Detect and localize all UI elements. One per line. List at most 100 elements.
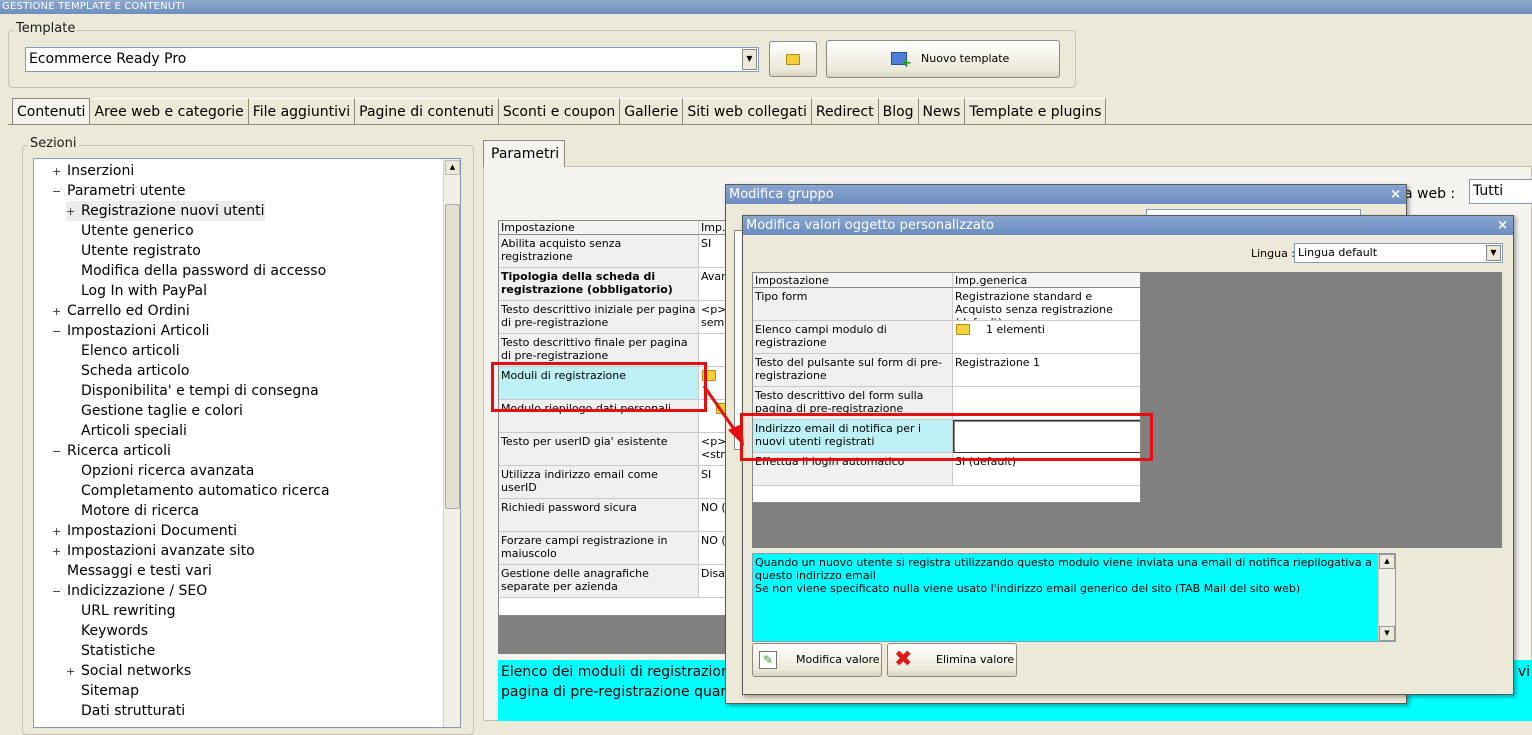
tab-blog[interactable]: Blog xyxy=(878,98,919,124)
tab-template-plugins[interactable]: Template e plugins xyxy=(965,98,1107,124)
dialog-group-title: Modifica gruppo xyxy=(726,185,1406,204)
template-select[interactable]: Ecommerce Ready Pro ▼ xyxy=(25,47,759,72)
site-select[interactable]: Tutti xyxy=(1469,179,1532,204)
help-scrollbar[interactable]: ▲ ▼ xyxy=(1378,554,1395,641)
expand-icon[interactable]: + xyxy=(52,162,62,182)
tree-item[interactable]: Sitemap xyxy=(66,681,139,701)
tab-aree-web[interactable]: Aree web e categorie xyxy=(90,98,249,124)
tab-sconti-coupon[interactable]: Sconti e coupon xyxy=(498,98,621,124)
open-folder-button[interactable] xyxy=(769,41,817,77)
tab-news[interactable]: News xyxy=(918,98,966,124)
language-select[interactable]: Lingua default ▼ xyxy=(1294,243,1503,263)
tree-item[interactable]: Articoli speciali xyxy=(66,421,187,441)
expand-icon[interactable]: + xyxy=(52,302,62,322)
tree-item[interactable]: Utente generico xyxy=(66,221,194,241)
tree-item[interactable]: Utente registrato xyxy=(66,241,201,261)
tree-item[interactable]: Motore di ricerca xyxy=(66,501,199,521)
close-icon[interactable]: × xyxy=(1497,216,1508,235)
tree-item[interactable]: − Impostazioni Articoli xyxy=(52,321,209,341)
tree-item[interactable]: Opzioni ricerca avanzata xyxy=(66,461,254,481)
scroll-thumb[interactable] xyxy=(445,204,460,509)
scroll-down-button[interactable]: ▼ xyxy=(1379,626,1395,641)
tree-item[interactable]: + Registrazione nuovi utenti xyxy=(66,201,265,221)
chevron-down-icon[interactable]: ▼ xyxy=(1486,245,1501,261)
help-text-line1: Quando un nuovo utente si registra utili… xyxy=(755,556,1372,582)
expand-icon[interactable]: + xyxy=(52,522,62,542)
param-row-label[interactable]: Richiedi password sicura xyxy=(499,499,699,532)
tree-item[interactable]: Keywords xyxy=(66,621,148,641)
scroll-up-button[interactable]: ▲ xyxy=(445,160,460,175)
delete-value-label: Elimina valore xyxy=(936,653,1015,666)
collapse-icon[interactable]: − xyxy=(52,182,62,202)
param-row-label[interactable]: Abilita acquisto senza registrazione xyxy=(499,235,699,268)
tree-item[interactable]: + Inserzioni xyxy=(52,161,134,181)
obj-grid-header-value: Imp.generica xyxy=(953,273,1140,288)
obj-row-label[interactable]: Elenco campi modulo di registrazione xyxy=(753,321,953,354)
close-icon[interactable]: × xyxy=(1390,185,1401,204)
param-row-label[interactable]: Utilizza indirizzo email come userID xyxy=(499,466,699,499)
tab-pagine-contenuti[interactable]: Pagine di contenuti xyxy=(355,98,499,124)
delete-value-button[interactable]: ✖ Elimina valore xyxy=(887,643,1017,677)
scroll-up-button[interactable]: ▲ xyxy=(1379,554,1395,569)
chevron-down-icon[interactable]: ▼ xyxy=(742,49,757,70)
tab-redirect[interactable]: Redirect xyxy=(811,98,879,124)
collapse-icon[interactable]: − xyxy=(52,582,62,602)
tree-item[interactable]: + Impostazioni avanzate sito xyxy=(52,541,255,561)
tree-item[interactable]: URL rewriting xyxy=(66,601,176,621)
tree-item-label: Elenco articoli xyxy=(81,343,180,359)
obj-row-value[interactable]: Registrazione standard e Acquisto senza … xyxy=(953,288,1140,321)
obj-row-label[interactable]: Tipo form xyxy=(753,288,953,321)
obj-row-value[interactable]: Registrazione 1 xyxy=(953,354,1140,387)
tree-item[interactable]: Statistiche xyxy=(66,641,155,661)
tree-item-label: Utente registrato xyxy=(81,243,201,259)
expand-icon[interactable]: + xyxy=(52,542,62,562)
param-row-label[interactable]: Testo descrittivo iniziale per pagina di… xyxy=(499,301,699,334)
param-row-label[interactable]: Forzare campi registrazione in maiuscolo xyxy=(499,532,699,565)
tree-item[interactable]: − Indicizzazione / SEO xyxy=(52,581,207,601)
tree-item[interactable]: + Carrello ed Ordini xyxy=(52,301,190,321)
tree-item-label: URL rewriting xyxy=(81,603,176,619)
obj-row-label[interactable]: Testo del pulsante sul form di pre-regis… xyxy=(753,354,953,387)
collapse-icon[interactable]: − xyxy=(52,442,62,462)
sections-tree[interactable]: + Inserzioni − Parametri utente + Registrazio… xyxy=(33,158,461,728)
tree-item-label: Sitemap xyxy=(81,683,139,699)
tree-scrollbar[interactable]: ▲ xyxy=(443,159,460,727)
param-row-label[interactable]: Gestione delle anagrafiche separate per … xyxy=(499,565,699,598)
language-select-value: Lingua default xyxy=(1298,246,1378,259)
site-label: a web : xyxy=(1404,186,1456,202)
tab-contenuti[interactable]: Contenuti xyxy=(12,98,91,124)
tab-gallerie[interactable]: Gallerie xyxy=(620,98,684,124)
tree-item[interactable]: Modifica della password di accesso xyxy=(66,261,326,281)
tree-item[interactable]: − Ricerca articoli xyxy=(52,441,171,461)
collapse-icon[interactable]: − xyxy=(52,322,62,342)
tree-item[interactable]: Dati strutturati xyxy=(66,701,185,721)
tree-item-label: Motore di ricerca xyxy=(81,503,200,519)
tree-item[interactable]: Gestione taglie e colori xyxy=(66,401,243,421)
folder-icon[interactable] xyxy=(956,324,970,335)
tree-item[interactable]: Scheda articolo xyxy=(66,361,189,381)
tree-item[interactable]: Messaggi e testi vari xyxy=(52,561,212,581)
expand-icon[interactable]: + xyxy=(66,662,76,682)
tree-item[interactable]: Disponibilita' e tempi di consegna xyxy=(66,381,319,401)
tree-item[interactable]: Log In with PayPal xyxy=(66,281,207,301)
tab-panel-border xyxy=(8,124,1532,125)
tree-item-label: Social networks xyxy=(81,663,192,679)
param-row-label[interactable]: Testo per userID gia' esistente xyxy=(499,433,699,466)
tab-parametri[interactable]: Parametri xyxy=(483,140,565,167)
tree-item[interactable]: + Impostazioni Documenti xyxy=(52,521,237,541)
window-title: GESTIONE TEMPLATE E CONTENUTI xyxy=(0,0,1532,14)
tab-file-aggiuntivi[interactable]: File aggiuntivi xyxy=(248,98,356,124)
param-row-label[interactable]: Tipologia della scheda di registrazione … xyxy=(499,268,699,301)
edit-value-button[interactable]: ✎ Modifica valore xyxy=(752,643,882,677)
tree-item-label: Carrello ed Ordini xyxy=(67,303,190,319)
tree-item[interactable]: + Social networks xyxy=(66,661,191,681)
tab-siti-collegati[interactable]: Siti web collegati xyxy=(683,98,812,124)
tree-item[interactable]: − Parametri utente xyxy=(52,181,186,201)
tree-item[interactable]: Elenco articoli xyxy=(66,341,180,361)
obj-row-value[interactable]: 1 elementi xyxy=(953,321,1140,354)
tree-item[interactable]: Completamento automatico ricerca xyxy=(66,481,330,501)
tree-item-label: Messaggi e testi vari xyxy=(67,563,212,579)
new-template-button[interactable]: + Nuovo template xyxy=(826,40,1060,78)
expand-icon[interactable]: + xyxy=(66,202,76,222)
obj-grid[interactable]: Impostazione Imp.generica Tipo form Regis… xyxy=(752,272,1141,503)
